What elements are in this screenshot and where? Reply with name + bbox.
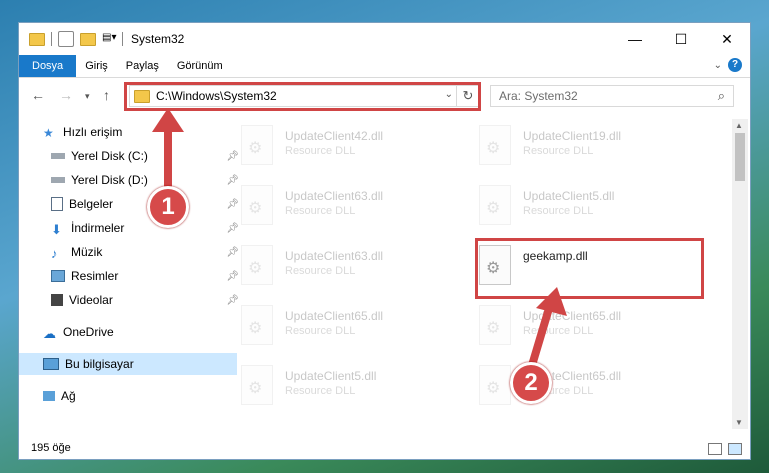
annotation-arrows — [152, 108, 567, 374]
arrow-2-head — [536, 287, 567, 316]
arrow-1-head — [152, 108, 184, 132]
step-1-badge: 1 — [147, 186, 189, 228]
step-2-badge: 2 — [510, 362, 552, 404]
